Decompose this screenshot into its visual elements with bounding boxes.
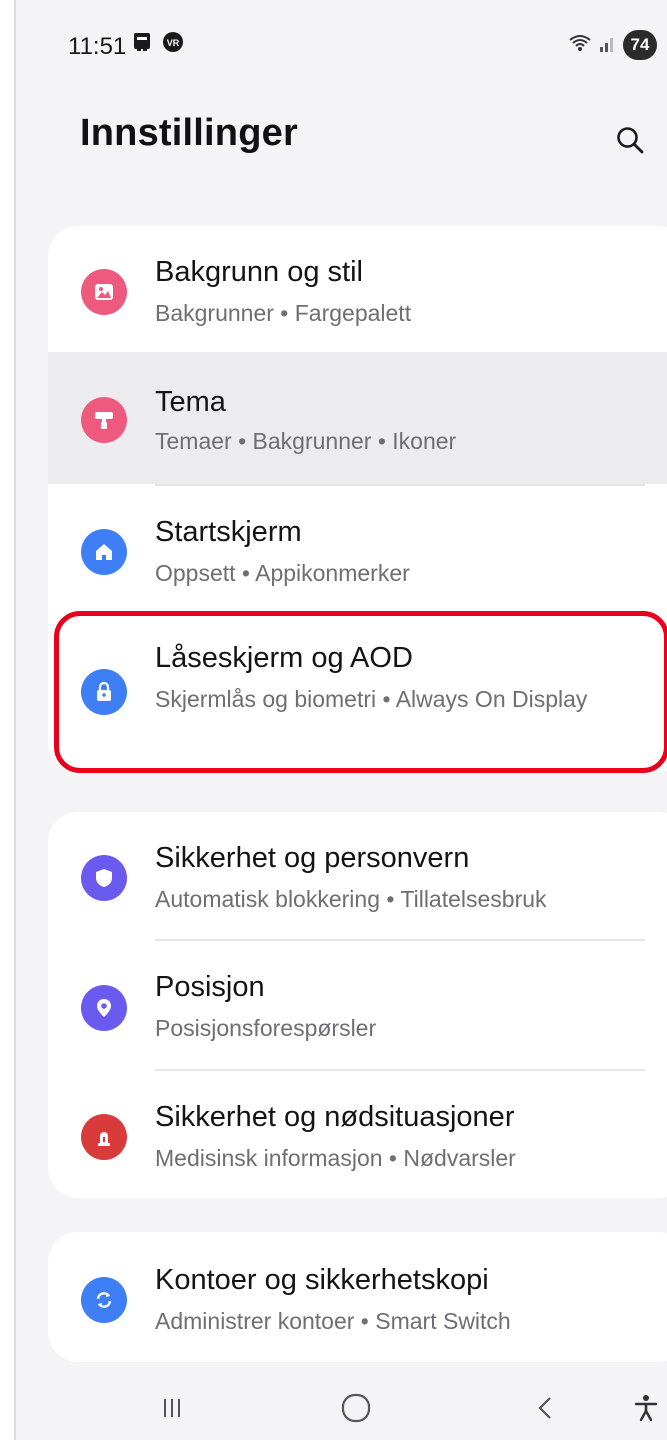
item-title: Tema bbox=[155, 386, 226, 418]
sim-card-icon bbox=[132, 31, 154, 58]
settings-screen: 11:51 VR 74 Innstillinger Bakgrunn og st… bbox=[14, 0, 667, 1440]
item-title: Bakgrunn og stil bbox=[155, 256, 363, 288]
emergency-light-icon bbox=[81, 1114, 127, 1160]
home-button[interactable] bbox=[326, 1386, 386, 1430]
recents-icon bbox=[164, 1399, 180, 1417]
settings-item-tema[interactable]: Tema Temaer • Bakgrunner • Ikoner bbox=[48, 352, 667, 484]
system-status-icons: 74 bbox=[567, 30, 657, 60]
recents-button[interactable] bbox=[142, 1386, 202, 1430]
item-title: Sikkerhet og nødsituasjoner bbox=[155, 1101, 515, 1133]
settings-item-bakgrunn-og-stil[interactable]: Bakgrunn og stil Bakgrunner • Fargepalet… bbox=[48, 226, 667, 352]
status-bar: 11:51 VR 74 bbox=[16, 0, 667, 88]
item-title: Låseskjerm og AOD bbox=[155, 642, 413, 674]
status-time: 11:51 bbox=[68, 33, 127, 60]
home-circle-icon bbox=[341, 1393, 371, 1423]
search-icon bbox=[617, 127, 644, 154]
item-subtitle: Temaer • Bakgrunner • Ikoner bbox=[155, 428, 457, 454]
search-button[interactable] bbox=[608, 118, 652, 162]
back-button[interactable] bbox=[516, 1386, 576, 1430]
home-icon bbox=[81, 529, 127, 575]
settings-group-privacy: Sikkerhet og personvern Automatisk blokk… bbox=[48, 812, 667, 1198]
item-title: Sikkerhet og personvern bbox=[155, 842, 470, 874]
image-icon bbox=[81, 269, 127, 315]
sync-icon bbox=[81, 1277, 127, 1323]
lock-icon bbox=[81, 669, 127, 715]
settings-item-startskjerm[interactable]: Startskjerm Oppsett • Appikonmerker bbox=[48, 486, 667, 612]
item-subtitle: Skjermlås og biometri • Always On Displa… bbox=[155, 686, 588, 712]
paint-roller-icon bbox=[81, 397, 127, 443]
navigation-bar bbox=[16, 1380, 667, 1440]
item-subtitle: Bakgrunner • Fargepalett bbox=[155, 300, 412, 326]
shield-icon bbox=[81, 855, 127, 901]
item-title: Posisjon bbox=[155, 971, 265, 1003]
page-title: Innstillinger bbox=[80, 112, 298, 154]
settings-item-posisjon[interactable]: Posisjon Posisjonsforespørsler bbox=[48, 941, 667, 1069]
item-subtitle: Medisinsk informasjon • Nødvarsler bbox=[155, 1145, 516, 1171]
item-title: Startskjerm bbox=[155, 516, 302, 548]
item-subtitle: Administrer kontoer • Smart Switch bbox=[155, 1308, 511, 1334]
back-icon bbox=[538, 1397, 551, 1419]
item-subtitle: Oppsett • Appikonmerker bbox=[155, 560, 410, 586]
settings-item-sikkerhet-og-nodsituasjoner[interactable]: Sikkerhet og nødsituasjoner Medisinsk in… bbox=[48, 1071, 667, 1198]
battery-icon: 74 bbox=[623, 30, 657, 60]
vr-badge-icon: VR bbox=[162, 31, 184, 58]
wifi-icon bbox=[567, 32, 593, 59]
accessibility-icon bbox=[634, 1395, 658, 1422]
signal-icon bbox=[599, 33, 617, 58]
location-pin-icon bbox=[81, 985, 127, 1031]
settings-group-accounts: Kontoer og sikkerhetskopi Administrer ko… bbox=[48, 1232, 667, 1362]
item-subtitle: Posisjonsforespørsler bbox=[155, 1015, 377, 1041]
notification-icons: VR bbox=[132, 31, 184, 58]
settings-item-kontoer-og-sikkerhetskopi[interactable]: Kontoer og sikkerhetskopi Administrer ko… bbox=[48, 1232, 667, 1362]
accessibility-button[interactable] bbox=[626, 1386, 666, 1430]
settings-item-sikkerhet-og-personvern[interactable]: Sikkerhet og personvern Automatisk blokk… bbox=[48, 812, 667, 938]
item-title: Kontoer og sikkerhetskopi bbox=[155, 1264, 489, 1296]
settings-group-display: Bakgrunn og stil Bakgrunner • Fargepalet… bbox=[48, 226, 667, 772]
settings-item-laaseskjerm-og-aod[interactable]: Låseskjerm og AOD Skjermlås og biometri … bbox=[48, 612, 667, 772]
svg-text:VR: VR bbox=[167, 38, 180, 48]
item-subtitle: Automatisk blokkering • Tillatelsesbruk bbox=[155, 886, 547, 912]
